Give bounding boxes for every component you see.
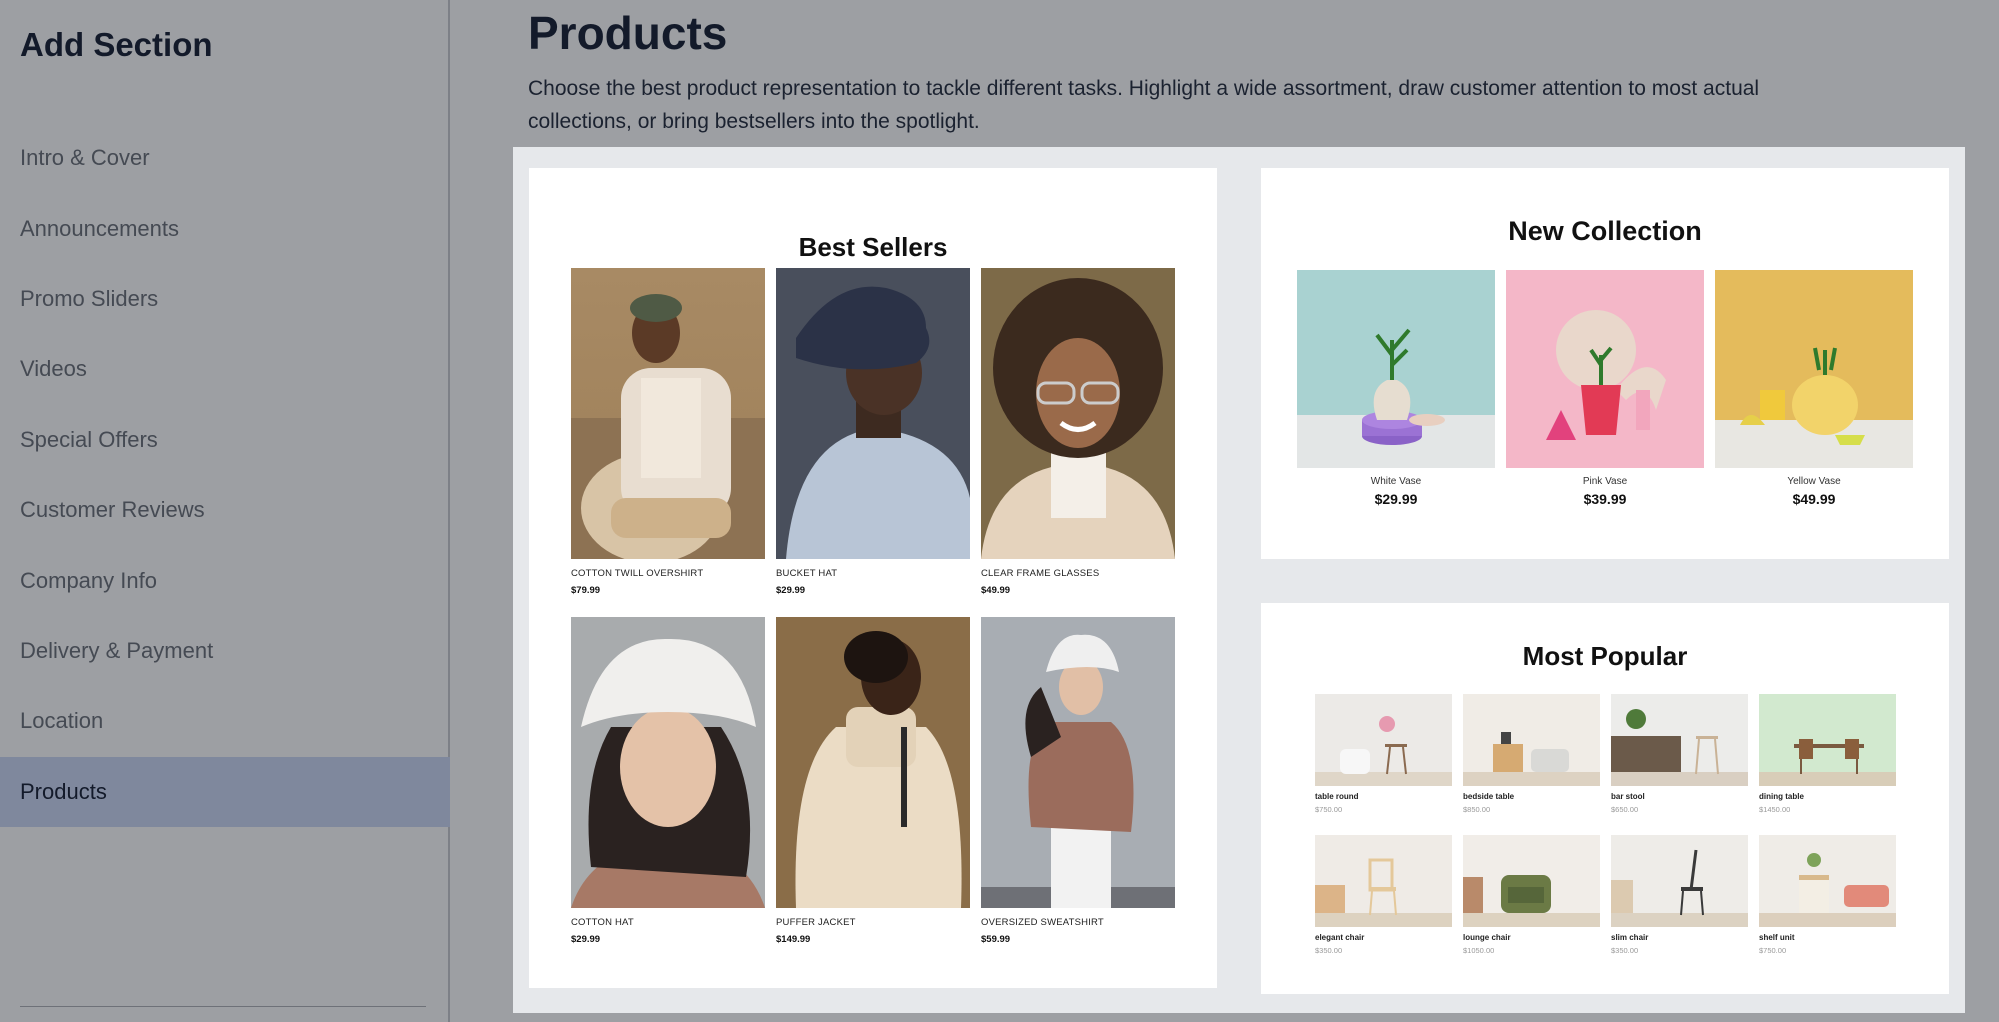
product-image-dining-table [1759, 694, 1896, 786]
product-card[interactable]: OVERSIZED SWEATSHIRT $59.99 [981, 617, 1175, 945]
product-name: dining table [1759, 792, 1804, 801]
product-image-bedside-table [1463, 694, 1600, 786]
product-name: Yellow Vase [1787, 476, 1841, 487]
product-name: table round [1315, 792, 1359, 801]
best-sellers-title: Best Sellers [798, 232, 948, 262]
product-name: bar stool [1611, 792, 1645, 801]
product-image-cotton-hat [571, 617, 765, 908]
sidebar-item-location[interactable]: Location [0, 686, 450, 756]
product-image-white-vase [1297, 270, 1495, 468]
product-price: $49.99 [1792, 491, 1836, 507]
products-preview[interactable]: Best Sellers COTTON TWILL OVERSHIRT $79.… [513, 147, 1965, 1013]
product-price: $29.99 [776, 585, 806, 596]
product-name: lounge chair [1463, 933, 1511, 942]
product-card[interactable]: Pink Vase $39.99 [1506, 270, 1704, 507]
product-image-slim-chair [1611, 835, 1748, 927]
sidebar-item-products[interactable]: Products [0, 756, 450, 827]
sidebar-divider [20, 1006, 426, 1007]
sidebar: Add Section Intro & Cover Announcements … [0, 0, 450, 1022]
product-name: CLEAR FRAME GLASSES [981, 568, 1100, 579]
sidebar-item-delivery-payment[interactable]: Delivery & Payment [0, 616, 450, 686]
sidebar-item-customer-reviews[interactable]: Customer Reviews [0, 475, 450, 545]
product-card[interactable]: table round $750.00 [1315, 694, 1452, 814]
product-price: $350.00 [1315, 946, 1343, 955]
product-name: OVERSIZED SWEATSHIRT [981, 917, 1104, 928]
product-price: $1050.00 [1463, 946, 1495, 955]
product-card[interactable]: bedside table $850.00 [1463, 694, 1600, 814]
new-collection-title: New Collection [1508, 216, 1702, 246]
product-price: $79.99 [571, 585, 601, 596]
sidebar-item-videos[interactable]: Videos [0, 334, 450, 404]
product-card[interactable]: Yellow Vase $49.99 [1715, 270, 1913, 507]
product-price: $39.99 [1583, 491, 1627, 507]
new-collection-card[interactable]: New Collection White Vase $29.99 Pink Va… [1261, 168, 1949, 559]
section-nav: Intro & Cover Announcements Promo Slider… [0, 123, 450, 827]
product-price: $1450.00 [1759, 805, 1791, 814]
product-image-shelf-unit [1759, 835, 1896, 927]
product-card[interactable]: lounge chair $1050.00 [1463, 835, 1600, 955]
product-card[interactable]: BUCKET HAT $29.99 [776, 268, 970, 596]
product-name: elegant chair [1315, 933, 1365, 942]
product-image-bucket-hat [776, 268, 970, 559]
sidebar-item-special-offers[interactable]: Special Offers [0, 405, 450, 475]
sidebar-item-intro-cover[interactable]: Intro & Cover [0, 123, 450, 193]
page-title: Products [528, 7, 728, 59]
most-popular-card[interactable]: Most Popular table round $750.00 bedside… [1261, 603, 1949, 994]
product-image-lounge-chair [1463, 835, 1600, 927]
product-name: PUFFER JACKET [776, 917, 856, 928]
product-image-sweatshirt [981, 617, 1175, 908]
product-card[interactable]: slim chair $350.00 [1611, 835, 1748, 955]
product-price: $49.99 [981, 585, 1011, 596]
product-card[interactable]: shelf unit $750.00 [1759, 835, 1896, 955]
sidebar-title: Add Section [20, 26, 213, 63]
most-popular-title: Most Popular [1522, 641, 1688, 671]
product-image-yellow-vase [1715, 270, 1913, 468]
best-sellers-card[interactable]: Best Sellers COTTON TWILL OVERSHIRT $79.… [529, 168, 1217, 988]
product-name: bedside table [1463, 792, 1515, 801]
product-image-table-round [1315, 694, 1452, 786]
product-price: $650.00 [1611, 805, 1639, 814]
product-card[interactable]: COTTON HAT $29.99 [571, 617, 765, 945]
product-card[interactable]: COTTON TWILL OVERSHIRT $79.99 [571, 268, 765, 596]
product-name: Pink Vase [1582, 476, 1628, 487]
sidebar-item-company-info[interactable]: Company Info [0, 545, 450, 615]
page-description: Choose the best product representation t… [528, 77, 1760, 133]
product-name: White Vase [1370, 476, 1422, 487]
product-price: $750.00 [1315, 805, 1343, 814]
product-card[interactable]: CLEAR FRAME GLASSES $49.99 [981, 268, 1175, 596]
sidebar-item-announcements[interactable]: Announcements [0, 193, 450, 263]
product-price: $59.99 [981, 934, 1011, 945]
product-price: $149.99 [776, 934, 811, 945]
product-card[interactable]: White Vase $29.99 [1297, 270, 1495, 507]
product-price: $29.99 [1374, 491, 1418, 507]
product-image-puffer-jacket [776, 617, 970, 908]
product-card[interactable]: elegant chair $350.00 [1315, 835, 1452, 955]
product-name: COTTON HAT [571, 917, 634, 928]
product-image-glasses [981, 268, 1175, 559]
product-image-bar-stool [1611, 694, 1748, 786]
product-price: $750.00 [1759, 946, 1787, 955]
sidebar-item-promo-sliders[interactable]: Promo Sliders [0, 264, 450, 334]
product-price: $350.00 [1611, 946, 1639, 955]
product-price: $850.00 [1463, 805, 1491, 814]
product-name: COTTON TWILL OVERSHIRT [571, 568, 704, 579]
product-price: $29.99 [571, 934, 601, 945]
product-card[interactable]: PUFFER JACKET $149.99 [776, 617, 970, 945]
product-image-overshirt [571, 268, 765, 559]
product-name: shelf unit [1759, 933, 1795, 942]
product-card[interactable]: bar stool $650.00 [1611, 694, 1748, 814]
product-name: slim chair [1611, 933, 1649, 942]
product-card[interactable]: dining table $1450.00 [1759, 694, 1896, 814]
product-image-elegant-chair [1315, 835, 1452, 927]
product-name: BUCKET HAT [776, 568, 838, 579]
product-image-pink-vase [1506, 270, 1704, 468]
